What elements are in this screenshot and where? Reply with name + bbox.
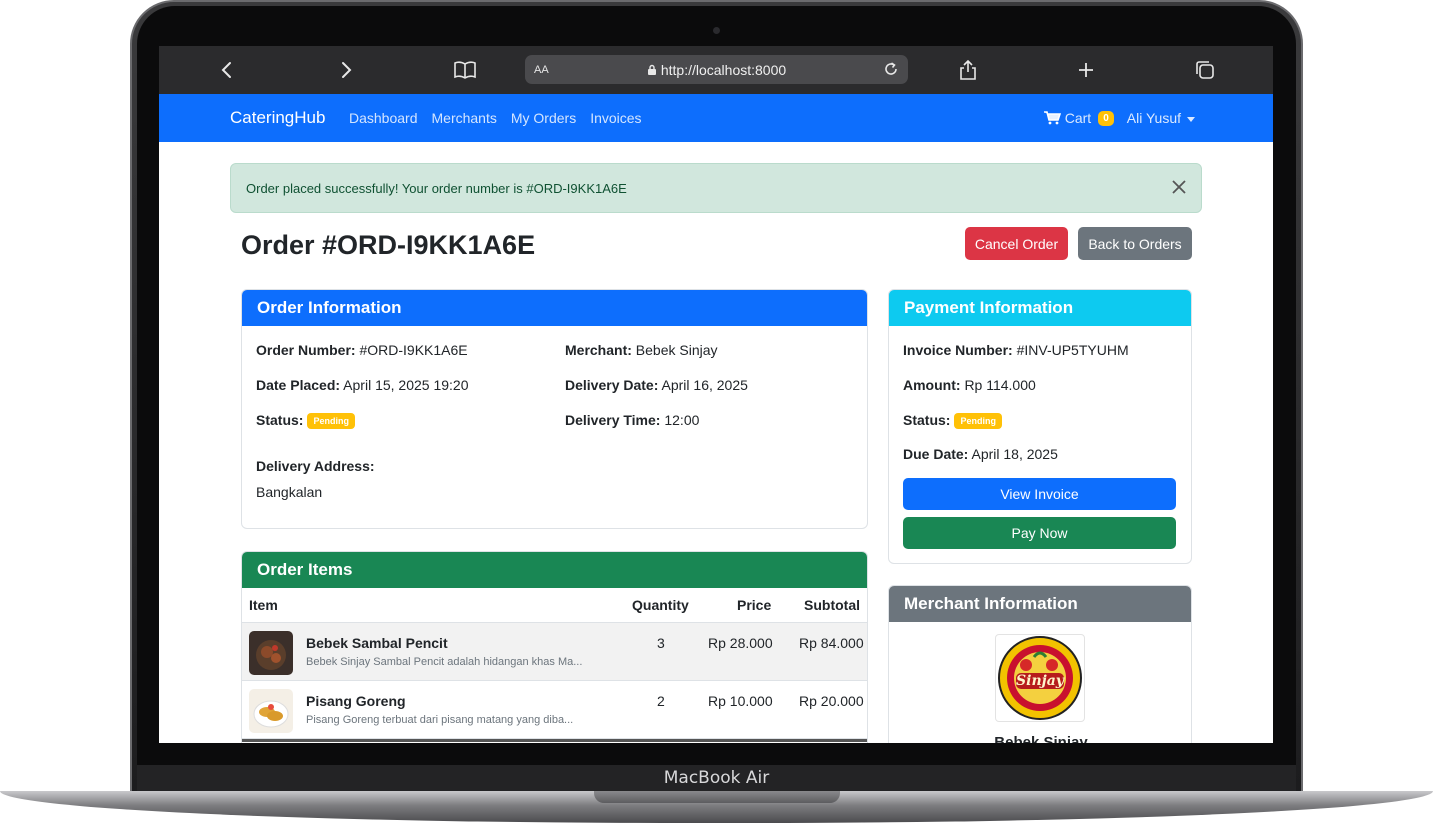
order-status-field: Status: Pending [256,412,355,429]
order-number-field: Order Number: #ORD-I9KK1A6E [256,342,468,358]
merchant-field: Merchant: Bebek Sinjay [565,342,718,358]
url-value: http://localhost:8000 [660,61,787,78]
payment-status-field: Status: Pending [903,412,1002,429]
view-invoice-button[interactable]: View Invoice [903,478,1176,510]
invoice-number-field: Invoice Number: #INV-UP5TYUHM [903,342,1129,358]
col-price: Price [737,597,772,613]
nav-link-my-orders[interactable]: My Orders [511,110,576,126]
new-tab-button[interactable] [1072,56,1100,84]
alert-message: Order placed successfully! Your order nu… [246,180,627,196]
merchant-information-card: Merchant Information Sinjay Bebek Sinjay [888,585,1192,743]
status-badge: Pending [954,413,1002,429]
tabs-icon [1196,61,1214,79]
forward-button[interactable] [332,56,360,84]
due-date-field: Due Date: April 18, 2025 [903,446,1058,462]
browser-screen: AA http://localhost:8000 CateringHub Das… [159,46,1273,743]
success-alert: Order placed successfully! Your order nu… [230,163,1202,213]
reload-icon[interactable] [882,60,900,78]
page-title: Order #ORD-I9KK1A6E [241,230,536,260]
browser-toolbar: AA http://localhost:8000 [159,46,1273,94]
back-to-orders-button[interactable]: Back to Orders [1078,227,1192,260]
navbar-brand[interactable]: CateringHub [230,108,325,128]
order-items-card: Order Items Item Quantity Price Subtotal… [241,551,868,743]
app-navbar: CateringHub Dashboard Merchants My Order… [159,94,1273,142]
item-subtotal: Rp 84.000 [799,635,864,651]
item-price: Rp 10.000 [708,693,773,709]
delivery-address-value: Bangkalan [256,484,323,500]
status-badge: Pending [307,413,355,429]
caret-down-icon [1187,116,1195,122]
item-subtotal: Rp 20.000 [799,693,864,709]
delivery-date-field: Delivery Date: April 16, 2025 [565,377,748,393]
item-thumbnail [249,689,293,733]
cart-icon [1043,111,1061,125]
item-name: Bebek Sambal Pencit [306,635,448,651]
payment-information-header: Payment Information [889,290,1191,326]
address-bar[interactable]: AA http://localhost:8000 [525,55,908,84]
order-information-card: Order Information Order Number: #ORD-I9K… [241,289,868,529]
cart-link[interactable]: Cart 0 [1043,110,1114,126]
close-icon[interactable] [1171,179,1187,195]
delivery-time-field: Delivery Time: 12:00 [565,412,700,428]
merchant-information-header: Merchant Information [889,586,1191,622]
chevron-right-icon [342,62,352,78]
plus-icon [1079,63,1093,77]
merchant-logo-text: Sinjay [1016,673,1064,689]
lock-icon [647,64,656,75]
col-subtotal: Subtotal [804,597,860,613]
col-quantity: Quantity [632,597,689,613]
nav-links: Dashboard Merchants My Orders Invoices [349,110,642,126]
table-divider [242,739,867,742]
device-brand-label: MacBook Air [663,768,770,788]
nav-right: Cart 0 Ali Yusuf [1043,110,1195,126]
amount-field: Amount: Rp 114.000 [903,377,1036,393]
share-icon [960,59,976,80]
date-placed-field: Date Placed: April 15, 2025 19:20 [256,377,469,393]
item-quantity: 2 [657,693,665,709]
table-row: Pisang Goreng Pisang Goreng terbuat dari… [242,681,867,739]
item-description: Pisang Goreng terbuat dari pisang matang… [306,714,574,726]
col-item: Item [249,597,278,613]
user-dropdown[interactable]: Ali Yusuf [1127,110,1195,126]
laptop-hinge-notch [594,791,840,803]
table-row: Bebek Sambal Pencit Bebek Sinjay Sambal … [242,623,867,681]
nav-link-dashboard[interactable]: Dashboard [349,110,418,126]
user-name: Ali Yusuf [1126,110,1181,126]
order-items-header: Order Items [242,552,867,588]
cart-label: Cart [1064,110,1092,126]
cancel-order-button[interactable]: Cancel Order [965,227,1068,260]
back-button[interactable] [213,56,241,84]
item-price: Rp 28.000 [708,635,773,651]
item-description: Bebek Sinjay Sambal Pencit adalah hidang… [306,656,583,668]
items-table-header: Item Quantity Price Subtotal [242,588,867,623]
nav-link-invoices[interactable]: Invoices [590,110,641,126]
item-thumbnail [249,631,293,675]
merchant-name: Bebek Sinjay [994,734,1088,743]
item-name: Pisang Goreng [306,693,406,709]
nav-link-merchants[interactable]: Merchants [432,110,497,126]
share-button[interactable] [954,56,982,84]
url-text: http://localhost:8000 [525,62,908,78]
tabs-overview-button[interactable] [1191,56,1219,84]
merchant-logo: Sinjay [995,634,1085,722]
cart-count-badge: 0 [1098,110,1114,126]
item-quantity: 3 [657,635,665,651]
delivery-address-label: Delivery Address: [256,458,375,474]
camera-icon [713,27,720,34]
order-information-header: Order Information [242,290,867,326]
payment-information-card: Payment Information Invoice Number: #INV… [888,289,1192,564]
bookmarks-button[interactable] [451,56,479,84]
pay-now-button[interactable]: Pay Now [903,517,1176,549]
chevron-left-icon [221,62,231,78]
book-icon [454,61,476,79]
